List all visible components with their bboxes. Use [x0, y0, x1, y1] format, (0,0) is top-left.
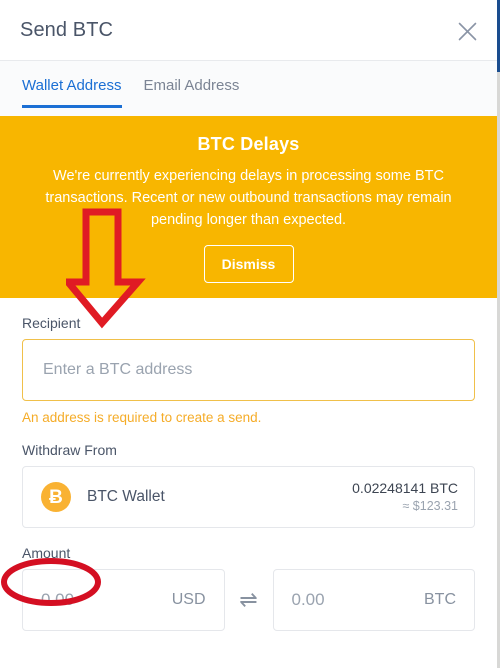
page-title: Send BTC — [20, 18, 114, 41]
amount-crypto-input[interactable] — [291, 590, 416, 610]
wallet-name: BTC Wallet — [87, 488, 165, 505]
wallet-balance: 0.02248141 BTC ≈ $123.31 — [352, 480, 458, 514]
balance-fiat: ≈ $123.31 — [402, 498, 458, 513]
balance-crypto: 0.02248141 BTC — [352, 480, 458, 497]
withdraw-from-wallet-row[interactable]: Ƀ BTC Wallet 0.02248141 BTC ≈ $123.31 — [22, 466, 475, 528]
amount-crypto-currency: BTC — [424, 591, 456, 608]
recipient-helper-text: An address is required to create a send. — [22, 410, 262, 425]
bitcoin-icon: Ƀ — [41, 482, 71, 512]
dismiss-button[interactable]: Dismiss — [203, 245, 294, 284]
tab-bar: Wallet Address Email Address — [0, 60, 497, 116]
amount-label: Amount — [22, 545, 71, 561]
send-btc-modal: Send BTC Wallet Address Email Address BT… — [0, 0, 500, 668]
close-icon[interactable] — [451, 15, 483, 47]
recipient-label: Recipient — [22, 315, 81, 331]
banner-message: We're currently experiencing delays in p… — [45, 168, 452, 229]
banner-title: BTC Delays — [197, 134, 300, 154]
withdraw-from-label: Withdraw From — [22, 442, 117, 458]
amount-crypto-box[interactable]: BTC — [272, 569, 475, 631]
amount-fiat-box[interactable]: USD — [22, 569, 225, 631]
amount-fiat-currency: USD — [171, 591, 206, 608]
modal-header: Send BTC — [0, 0, 497, 60]
tab-wallet-address[interactable]: Wallet Address — [22, 61, 122, 108]
amount-fiat-input[interactable] — [41, 590, 164, 610]
amount-row: USD ⇌ BTC — [22, 569, 475, 631]
btc-delays-banner: BTC Delays We're currently experiencing … — [0, 116, 497, 298]
send-form: Recipient An address is required to crea… — [0, 298, 497, 631]
swap-arrows-icon[interactable]: ⇌ — [225, 589, 273, 611]
tab-email-address[interactable]: Email Address — [144, 61, 240, 108]
recipient-input[interactable] — [22, 339, 475, 401]
